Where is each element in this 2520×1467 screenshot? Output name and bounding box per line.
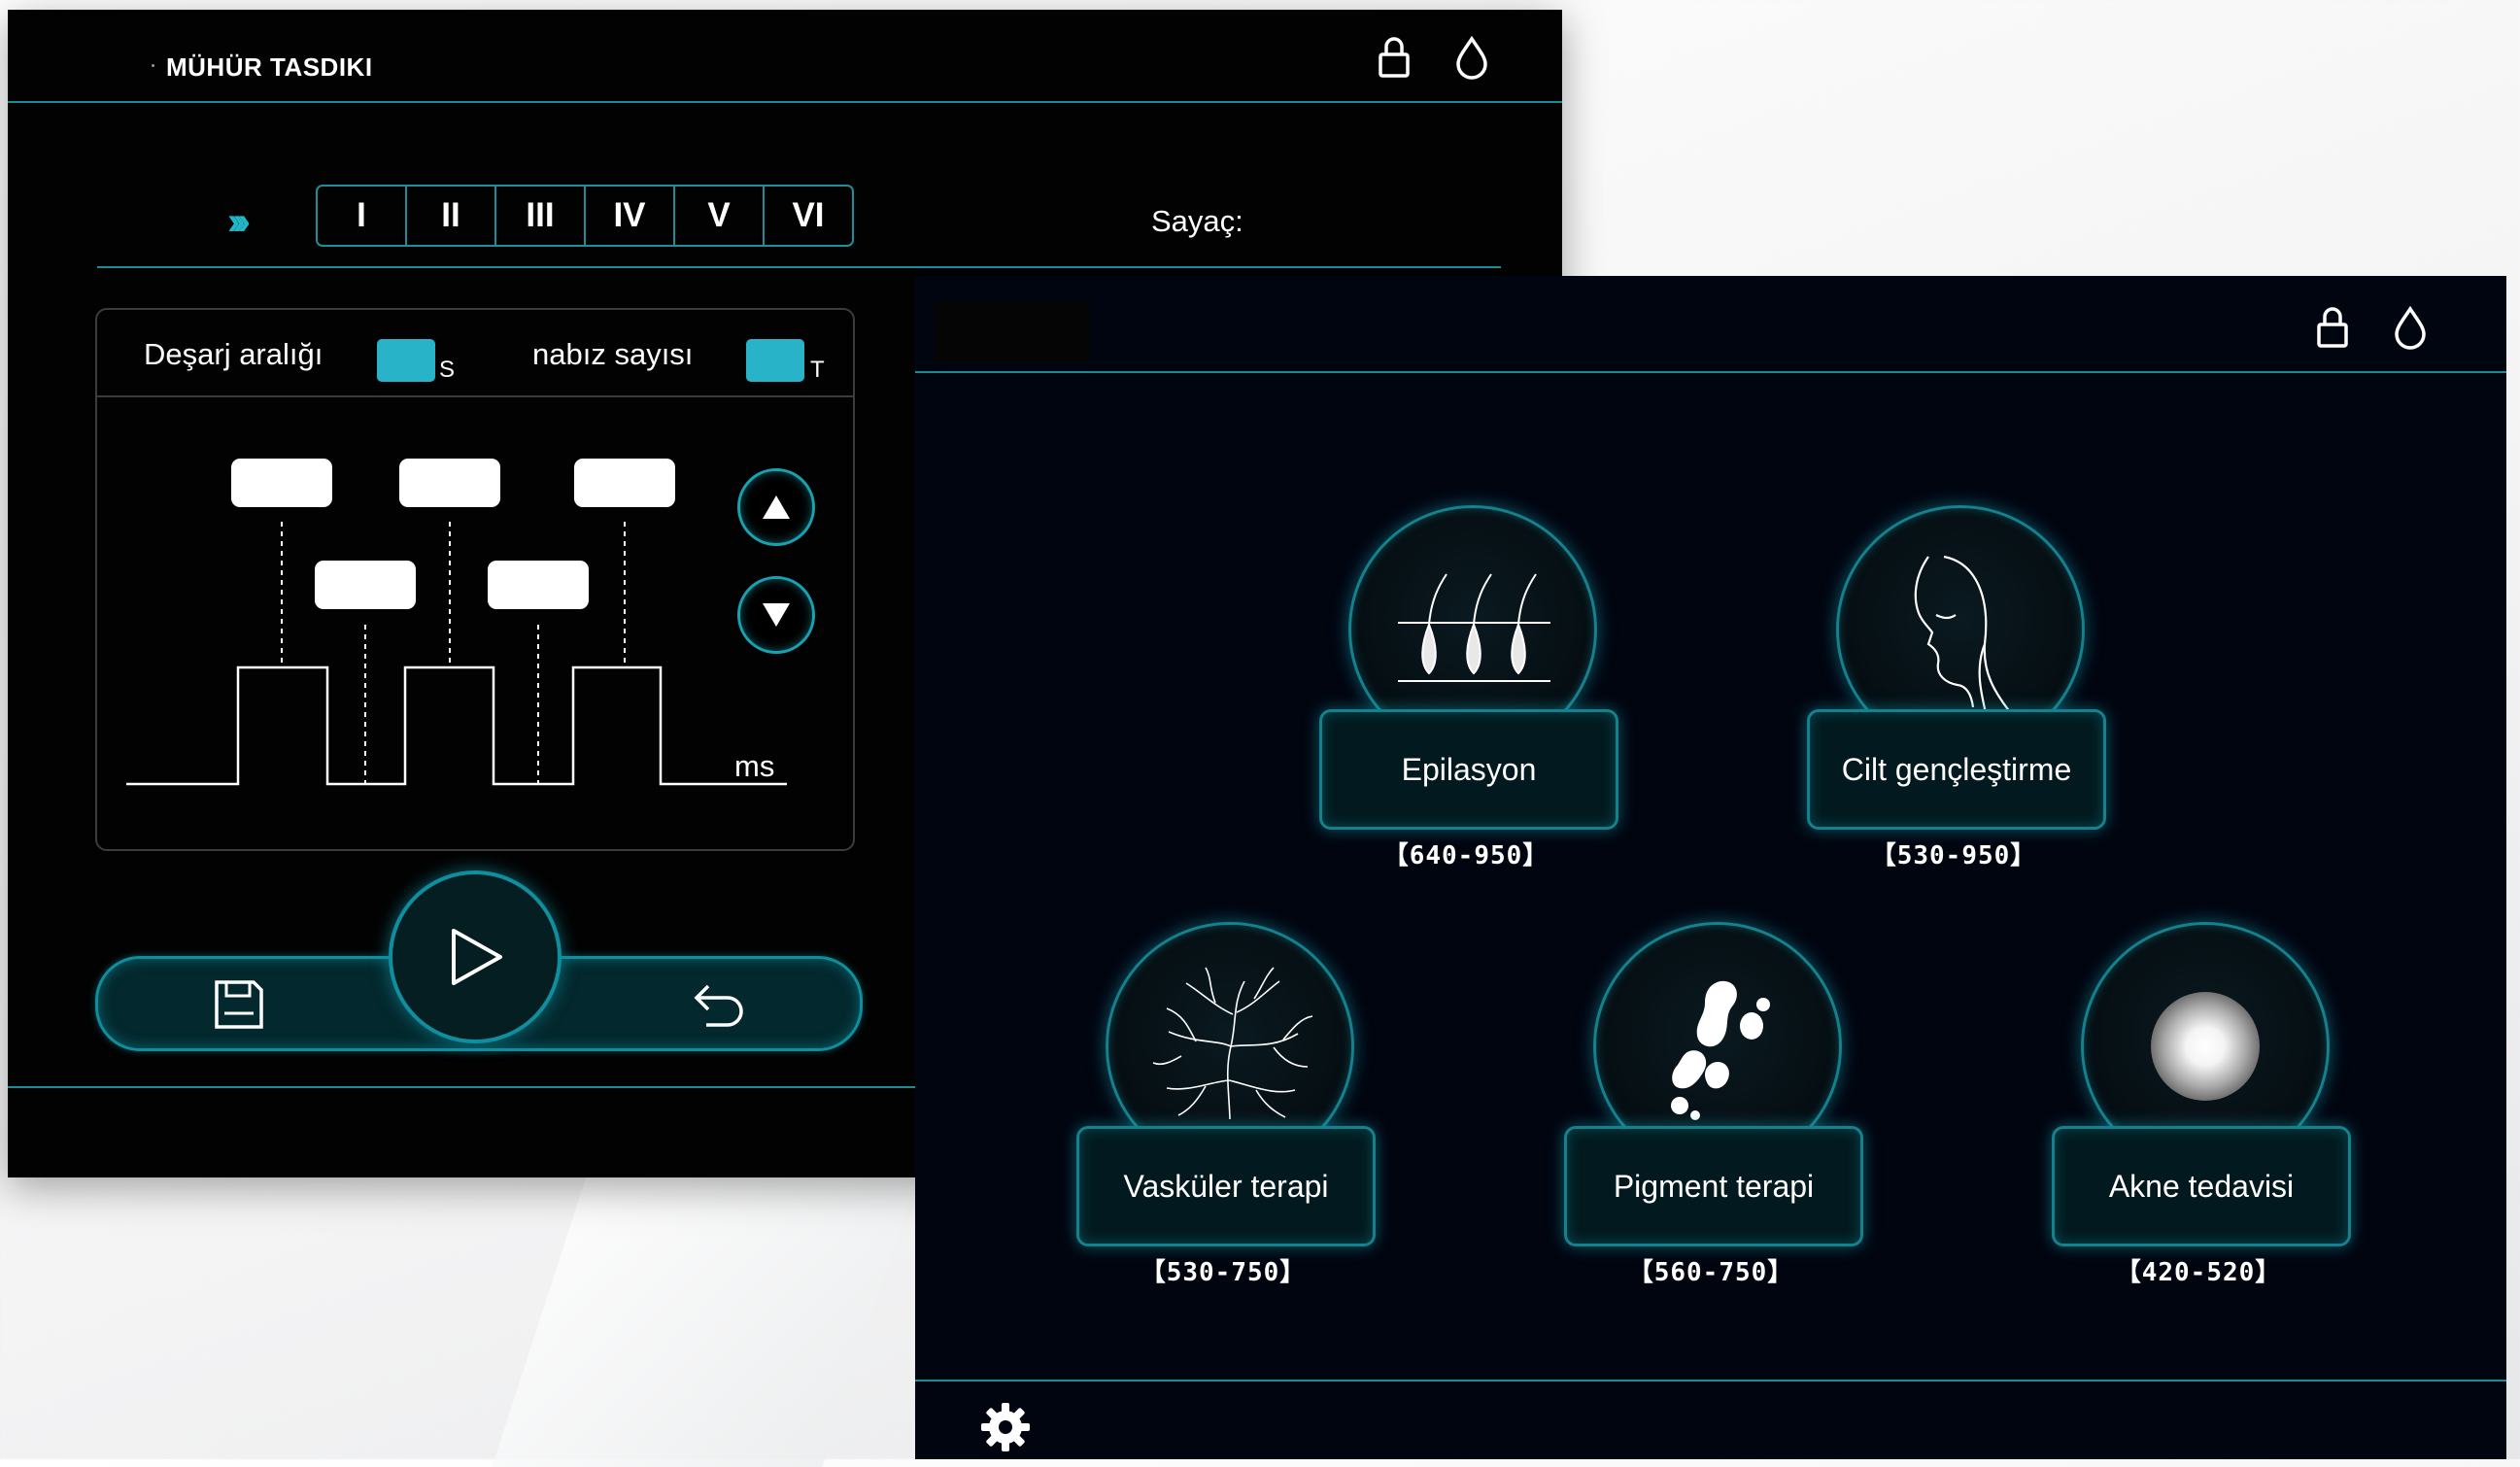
tab-level-4[interactable]: IV: [584, 187, 673, 245]
counter-label: Sayaç:: [1151, 204, 1243, 238]
gear-icon[interactable]: [979, 1401, 1032, 1453]
logo-area: [935, 301, 1090, 361]
water-drop-icon[interactable]: [1454, 35, 1489, 80]
pulse-delay-field-1[interactable]: [315, 561, 416, 609]
triple-chevron-icon: ›››: [227, 200, 251, 243]
tab-level-6[interactable]: VI: [763, 187, 852, 245]
epilation-range: 【640-950】: [1382, 841, 1549, 870]
up-arrow-icon: [763, 495, 790, 519]
vascular-button[interactable]: Vasküler terapi: [1076, 1126, 1376, 1246]
tab-level-5[interactable]: V: [673, 187, 763, 245]
tab-level-1[interactable]: I: [318, 187, 405, 245]
mode-card-skin-rejuvenation[interactable]: Cilt gençleştirme 【530-950】: [1807, 505, 2108, 874]
acne-range: 【420-520】: [2115, 1258, 2282, 1287]
pulse-width-field-1[interactable]: [231, 459, 332, 507]
level-tabs-row: ››› I II III IV V VI Sayaç:: [97, 185, 1501, 268]
undo-icon[interactable]: [691, 980, 747, 1031]
lock-icon[interactable]: [1378, 35, 1411, 80]
tab-level-3[interactable]: III: [494, 187, 584, 245]
mode-card-vascular[interactable]: Vasküler terapi 【530-750】: [1076, 922, 1378, 1291]
mode-select-screen: Epilasyon 【640-950】 Cilt gençleştirme 【5…: [915, 276, 2506, 1459]
time-unit-label: ms: [734, 749, 775, 783]
epilation-button[interactable]: Epilasyon: [1319, 709, 1618, 830]
title-dot: [152, 64, 154, 67]
pulse-count-field[interactable]: [746, 339, 804, 382]
water-drop-icon[interactable]: [2393, 305, 2428, 350]
acne-button[interactable]: Akne tedavisi: [2052, 1126, 2351, 1246]
play-icon: [452, 929, 502, 985]
pulse-width-field-2[interactable]: [399, 459, 500, 507]
pulse-count-unit: T: [810, 357, 825, 383]
page-title: MÜHÜR TASDIKI: [166, 52, 373, 82]
discharge-label: Deşarj aralığı: [144, 337, 324, 371]
tab-level-2[interactable]: II: [405, 187, 494, 245]
increase-button[interactable]: [737, 468, 815, 546]
discharge-unit: S: [439, 357, 456, 383]
pulse-delay-field-2[interactable]: [488, 561, 589, 609]
mode-card-pigment[interactable]: Pigment terapi 【560-750】: [1564, 922, 1865, 1291]
skin-rejuvenation-button[interactable]: Cilt gençleştirme: [1807, 709, 2106, 830]
lock-icon[interactable]: [2316, 305, 2349, 350]
pigment-range: 【560-750】: [1627, 1258, 1794, 1287]
settings-header: MÜHÜR TASDIKI: [8, 10, 1562, 103]
vascular-range: 【530-750】: [1140, 1258, 1307, 1287]
play-button[interactable]: [389, 870, 562, 1043]
save-icon[interactable]: [213, 978, 265, 1031]
pulse-width-field-3[interactable]: [574, 459, 675, 507]
level-tabs: I II III IV V VI: [316, 185, 854, 247]
mode-card-epilation[interactable]: Epilasyon 【640-950】: [1319, 505, 1620, 874]
pulse-count-label: nabız sayısı: [532, 337, 694, 371]
footer-divider: [915, 1380, 2506, 1382]
pulse-settings-panel: Deşarj aralığı S nabız sayısı T ms: [95, 308, 855, 851]
pigment-button[interactable]: Pigment terapi: [1564, 1126, 1863, 1246]
pulse-params-row: Deşarj aralığı S nabız sayısı T: [97, 310, 853, 397]
mode-card-acne[interactable]: Akne tedavisi 【420-520】: [2052, 922, 2353, 1291]
discharge-value-field[interactable]: [377, 339, 435, 382]
background-shape: [492, 1146, 927, 1467]
decrease-button[interactable]: [737, 576, 815, 654]
skin-rejuvenation-range: 【530-950】: [1870, 841, 2037, 870]
down-arrow-icon: [763, 603, 790, 627]
mode-header: [915, 276, 2506, 373]
